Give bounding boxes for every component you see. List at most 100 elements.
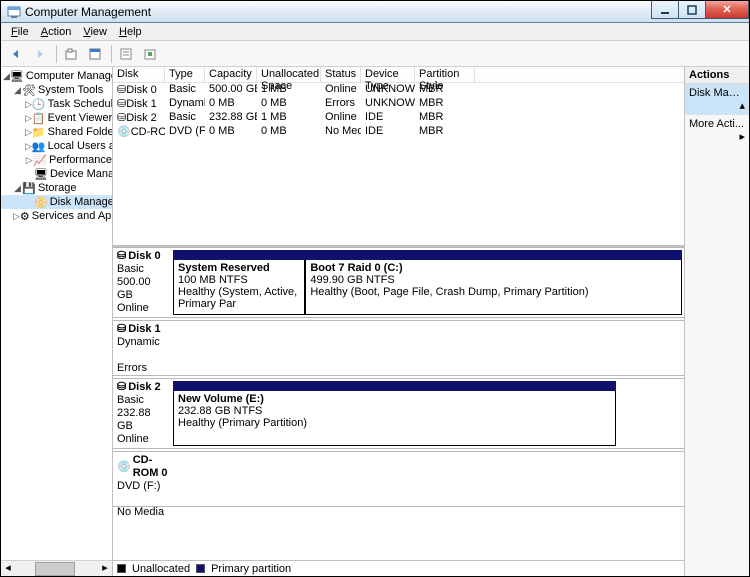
forward-button[interactable] [29, 43, 51, 65]
disk-name: Disk 2 [128, 381, 160, 394]
list-row[interactable]: ⛁Disk 1Dynamic0 MB0 MBErrorsUNKNOWNMBR [113, 97, 684, 111]
legend-swatch-unalloc [117, 564, 126, 573]
disk-icon: ⛁ [117, 381, 126, 394]
hdr-ps[interactable]: Partition Style [415, 67, 475, 82]
properties-button[interactable] [84, 43, 106, 65]
cell: Dynamic [165, 97, 205, 111]
cell: 0 MB [205, 125, 257, 139]
disk2-info: ⛁Disk 2 Basic 232.88 GB Online [113, 379, 173, 448]
window-title: Computer Management [25, 5, 151, 19]
partition-c[interactable]: Boot 7 Raid 0 (C:)499.90 GB NTFSHealthy … [305, 250, 682, 315]
device-icon: 🖥 [34, 168, 48, 181]
help-button[interactable] [139, 43, 161, 65]
back-button[interactable] [5, 43, 27, 65]
legend-unalloc-label: Unallocated [132, 563, 190, 575]
disk-name: CD-ROM 0 [133, 454, 169, 480]
tree-label: Shared Folders [48, 126, 113, 138]
menu-help[interactable]: Help [113, 26, 148, 38]
up-button[interactable] [60, 43, 82, 65]
tree-disk-management[interactable]: 📀Disk Management [1, 195, 112, 209]
tree-performance[interactable]: ▷📈Performance [1, 153, 112, 167]
cell: 1 MB [257, 111, 321, 125]
maximize-button[interactable] [678, 1, 706, 19]
action-disk-management[interactable]: Disk Manage...▴ [685, 84, 749, 115]
tree-local-users[interactable]: ▷👥Local Users and Groups [1, 139, 112, 153]
list-row[interactable]: ⛁Disk 2Basic232.88 GB1 MBOnlineIDEMBR [113, 111, 684, 125]
tree-label: System Tools [38, 84, 103, 96]
cell: 0 MB [257, 125, 321, 139]
main-area: ◢🖥Computer Management (Local ◢🛠System To… [1, 67, 749, 576]
tree-task-scheduler[interactable]: ▷🕒Task Scheduler [1, 97, 112, 111]
cell: MBR [415, 111, 475, 125]
list-row[interactable]: 💿CD-ROM 0DVD (F:)0 MB0 MBNo MediaIDEMBR [113, 125, 684, 139]
cell: 232.88 GB [205, 111, 257, 125]
action-more[interactable]: More Acti...▸ [685, 115, 749, 146]
cell: Disk 2 [126, 112, 157, 124]
disk-kind: Basic [117, 263, 169, 276]
tree-storage[interactable]: ◢💾Storage [1, 181, 112, 195]
tree-event-viewer[interactable]: ▷📋Event Viewer [1, 111, 112, 125]
partition-system-reserved[interactable]: System Reserved100 MB NTFSHealthy (Syste… [173, 250, 305, 315]
cell: MBR [415, 97, 475, 111]
menu-file[interactable]: File [5, 26, 35, 38]
hdr-unalloc[interactable]: Unallocated Space [257, 67, 321, 82]
part-det: Healthy (Boot, Page File, Crash Dump, Pr… [310, 286, 588, 298]
menu-action[interactable]: Action [35, 26, 78, 38]
cdrom-row[interactable]: 💿CD-ROM 0 DVD (F:) No Media [113, 451, 684, 507]
disk-kind: DVD (F:) [117, 480, 169, 493]
hdr-type[interactable]: Type [165, 67, 205, 82]
disk1-row[interactable]: ⛁Disk 1 Dynamic Errors [113, 320, 684, 376]
hdr-devtype[interactable]: Device Type [361, 67, 415, 82]
cd-icon: 💿 [117, 461, 131, 474]
tree-label: Services and Applications [32, 210, 113, 222]
tree-root[interactable]: ◢🖥Computer Management (Local [1, 69, 112, 83]
close-button[interactable]: ✕ [705, 1, 749, 19]
tree-label: Performance [49, 154, 112, 166]
list-row[interactable]: ⛁Disk 0Basic500.00 GB1 MBOnlineUNKNOWNMB… [113, 83, 684, 97]
minimize-button[interactable] [651, 1, 679, 19]
refresh-button[interactable] [115, 43, 137, 65]
disk-list: Disk Type Capacity Unallocated Space Sta… [113, 67, 684, 247]
disk0-row[interactable]: ⛁Disk 0 Basic 500.00 GB Online System Re… [113, 247, 684, 318]
hdr-status[interactable]: Status [321, 67, 361, 82]
legend-primary-label: Primary partition [211, 563, 291, 575]
cell: Basic [165, 83, 205, 97]
tree-scrollbar[interactable]: ◂▸ [1, 560, 112, 576]
tools-icon: 🛠 [22, 84, 36, 97]
action-label: Disk Manage... [689, 87, 749, 99]
menu-view[interactable]: View [77, 26, 113, 38]
chevron-right-icon: ▸ [739, 130, 745, 143]
disk-name: Disk 1 [128, 323, 160, 336]
tree-shared-folders[interactable]: ▷📁Shared Folders [1, 125, 112, 139]
hdr-capacity[interactable]: Capacity [205, 67, 257, 82]
tree-services-apps[interactable]: ▷⚙Services and Applications [1, 209, 112, 223]
tree-system-tools[interactable]: ◢🛠System Tools [1, 83, 112, 97]
cell: Disk 0 [126, 84, 157, 96]
cell: Disk 1 [126, 98, 157, 110]
folder-icon: 📁 [32, 126, 46, 139]
disk0-info: ⛁Disk 0 Basic 500.00 GB Online [113, 248, 173, 317]
titlebar: Computer Management ✕ [1, 1, 749, 23]
cell: Basic [165, 111, 205, 125]
disk-icon: 📀 [34, 196, 48, 209]
tree-label: Storage [38, 182, 77, 194]
cell: UNKNOWN [361, 83, 415, 97]
cell: 0 MB [257, 97, 321, 111]
part-title: System Reserved [178, 262, 270, 274]
disk-icon: ⛁ [117, 112, 126, 124]
disk2-row[interactable]: ⛁Disk 2 Basic 232.88 GB Online New Volum… [113, 378, 684, 449]
menubar: File Action View Help [1, 23, 749, 41]
tree-label: Event Viewer [48, 112, 113, 124]
cell: 1 MB [257, 83, 321, 97]
list-header[interactable]: Disk Type Capacity Unallocated Space Sta… [113, 67, 684, 83]
disk-kind: Basic [117, 394, 169, 407]
hdr-disk[interactable]: Disk [113, 67, 165, 82]
disk-kind: Dynamic [117, 336, 169, 349]
event-icon: 📋 [32, 112, 46, 125]
scheduler-icon: 🕒 [32, 98, 46, 111]
nav-tree: ◢🖥Computer Management (Local ◢🛠System To… [1, 67, 113, 576]
partition-e[interactable]: New Volume (E:)232.88 GB NTFSHealthy (Pr… [173, 381, 616, 446]
app-icon [7, 5, 21, 19]
tree-device-manager[interactable]: 🖥Device Manager [1, 167, 112, 181]
cell: CD-ROM 0 [131, 126, 165, 138]
